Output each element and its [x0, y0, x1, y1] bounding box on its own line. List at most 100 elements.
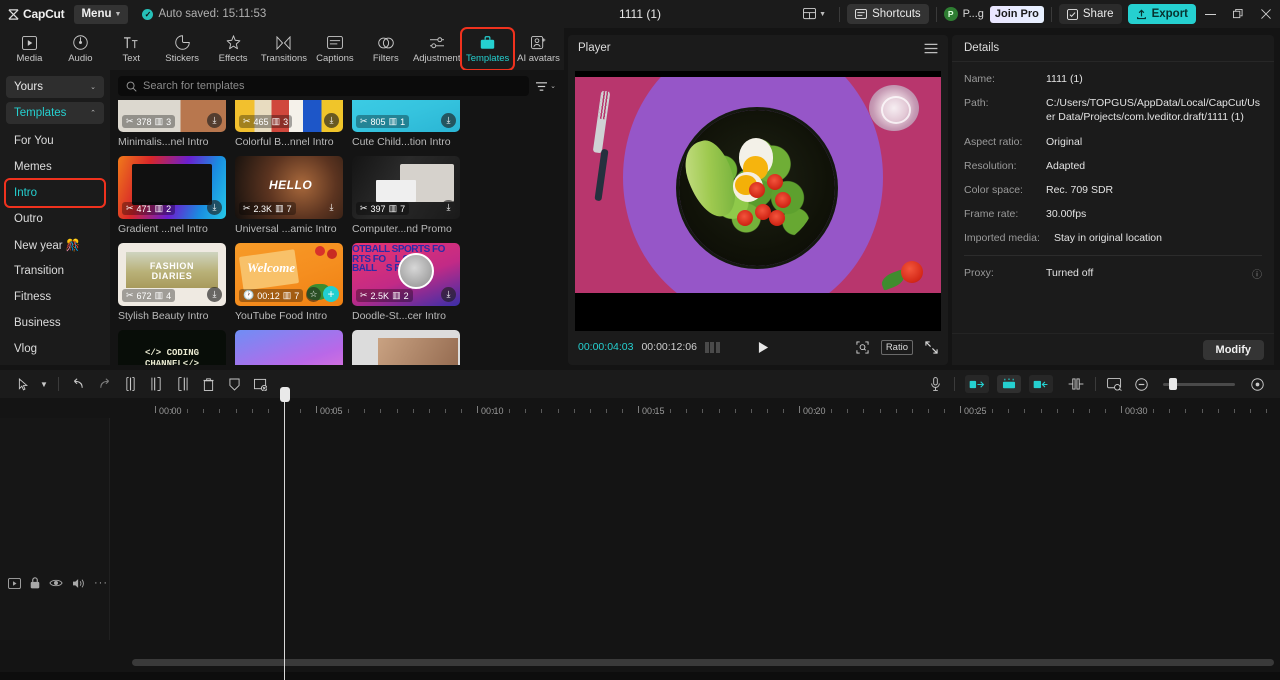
trim-left-icon[interactable]	[143, 373, 169, 395]
template-card[interactable]: HELLO ✂ 2.3K ▥ 7 ⤓ Universal ...amic Int…	[235, 156, 343, 235]
track-video-icon[interactable]	[8, 577, 21, 589]
playhead-handle[interactable]	[279, 387, 290, 402]
add-template-button[interactable]: +	[323, 286, 339, 302]
template-card[interactable]: FASHION DIARIES ✂ 672 ▥ 4 ⤓ Stylish Beaut…	[118, 243, 226, 322]
link-icon[interactable]	[1029, 375, 1053, 393]
layout-button[interactable]: ▼	[797, 8, 832, 20]
template-thumbnail[interactable]: FASHION DIARIES ✂ 672 ▥ 4 ⤓	[118, 243, 226, 306]
tab-media[interactable]: Media	[4, 29, 55, 69]
fullscreen-icon[interactable]	[925, 340, 938, 354]
template-card[interactable]: OTBALL SPORTS FO RTS FO L SPO BALL S FOO ✂…	[352, 243, 460, 322]
timeline-ruler[interactable]: 00:0000:0500:1000:1500:2000:2500:30	[0, 398, 1280, 418]
download-icon[interactable]: ⤓	[207, 113, 222, 128]
sidebar-templates-header[interactable]: Templates ⌃	[6, 102, 104, 124]
tab-captions[interactable]: Captions	[309, 29, 360, 69]
tab-text[interactable]: Text	[106, 29, 157, 69]
microphone-icon[interactable]	[922, 373, 948, 395]
search-box[interactable]	[118, 76, 530, 96]
chevron-down-icon[interactable]: ▼	[36, 373, 52, 395]
zoom-fit-icon[interactable]	[856, 340, 869, 354]
hamburger-icon[interactable]	[924, 43, 938, 54]
sidebar-item-vlog[interactable]: Vlog	[6, 336, 104, 362]
download-icon[interactable]: ⤓	[441, 113, 456, 128]
delete-icon[interactable]	[195, 373, 221, 395]
sidebar-item-business[interactable]: Business	[6, 310, 104, 336]
tab-adjustment[interactable]: Adjustment	[411, 29, 462, 69]
tab-effects[interactable]: Effects	[208, 29, 259, 69]
tab-audio[interactable]: Audio	[55, 29, 106, 69]
close-button[interactable]	[1252, 0, 1280, 28]
sidebar-item-transition[interactable]: Transition	[6, 258, 104, 284]
sidebar-yours-header[interactable]: Yours ⌄	[6, 76, 104, 98]
favorite-icon[interactable]: ☆	[306, 287, 321, 302]
magnet-icon[interactable]	[997, 375, 1021, 393]
sidebar-item-fitness[interactable]: Fitness	[6, 284, 104, 310]
template-thumbnail[interactable]: </> CODING CHANNEL</>	[118, 330, 226, 365]
playhead[interactable]	[279, 387, 290, 680]
shortcuts-button[interactable]: Shortcuts	[847, 4, 929, 24]
account-group[interactable]: P P...g	[943, 7, 984, 21]
share-button[interactable]: Share	[1058, 4, 1122, 24]
grid-icon[interactable]	[704, 341, 720, 353]
download-icon[interactable]: ⤓	[441, 200, 456, 215]
tab-transitions[interactable]: Transitions	[259, 29, 310, 69]
tab-ai-avatars[interactable]: AI avatars	[513, 29, 564, 69]
template-grid[interactable]: ✂ 378 ▥ 3 ⤓ Minimalis...nel Intro ✂ 465	[110, 100, 564, 365]
zoom-reset-icon[interactable]	[1244, 373, 1270, 395]
maximize-button[interactable]	[1224, 0, 1252, 28]
sidebar-item-intro[interactable]: Intro	[4, 178, 106, 208]
template-thumbnail[interactable]: ✂ 465 ▥ 3 ⤓	[235, 100, 343, 132]
play-button[interactable]	[758, 341, 769, 354]
template-card[interactable]: ✂ 397 ▥ 7 ⤓ Computer...nd Promo	[352, 156, 460, 235]
template-thumbnail[interactable]: ✂ 397 ▥ 7 ⤓	[352, 156, 460, 219]
zoom-slider[interactable]	[1163, 378, 1235, 390]
template-thumbnail[interactable]: HELLO ✂ 2.3K ▥ 7 ⤓	[235, 156, 343, 219]
tab-stickers[interactable]: Stickers	[157, 29, 208, 69]
template-thumbnail[interactable]: OTBALL SPORTS FO RTS FO L SPO BALL S FOO ✂…	[352, 243, 460, 306]
download-icon[interactable]: ⤓	[207, 287, 222, 302]
template-thumbnail[interactable]: Welcome to my channel	[235, 330, 343, 365]
filter-button[interactable]: ⌄	[535, 81, 556, 92]
split-icon[interactable]	[117, 373, 143, 395]
template-card[interactable]: Welcome to my channel	[235, 330, 343, 365]
template-card[interactable]	[352, 330, 460, 365]
template-thumbnail[interactable]: Welcome 🕐 00:12 ▥ 7 ☆ +	[235, 243, 343, 306]
tab-templates[interactable]: Templates	[460, 27, 516, 71]
lock-icon[interactable]	[30, 577, 40, 589]
mask-icon[interactable]	[221, 373, 247, 395]
zoom-out-icon[interactable]	[1128, 373, 1154, 395]
preview-thumb-icon[interactable]	[1102, 373, 1128, 395]
undo-icon[interactable]	[65, 373, 91, 395]
template-card[interactable]: ✂ 471 ▥ 2 ⤓ Gradient ...nel Intro	[118, 156, 226, 235]
tab-filters[interactable]: Filters	[360, 29, 411, 69]
redo-icon[interactable]	[91, 373, 117, 395]
download-icon[interactable]: ⤓	[207, 200, 222, 215]
timeline-scrollbar[interactable]	[132, 659, 1274, 666]
more-icon[interactable]: ···	[94, 577, 108, 589]
template-card[interactable]: </> CODING CHANNEL</>	[118, 330, 226, 365]
modify-button[interactable]: Modify	[1202, 339, 1264, 360]
sidebar-item-outro[interactable]: Outro	[6, 206, 104, 232]
export-button[interactable]: Export	[1127, 4, 1196, 24]
minimize-button[interactable]	[1196, 0, 1224, 28]
download-icon[interactable]: ⤓	[324, 113, 339, 128]
template-card[interactable]: Welcome 🕐 00:12 ▥ 7 ☆ + YouTube Food Int…	[235, 243, 343, 322]
volume-icon[interactable]	[72, 578, 85, 589]
sidebar-item-for-you[interactable]: For You	[6, 128, 104, 154]
help-icon[interactable]: ⓘ	[1246, 266, 1262, 281]
select-arrow-icon[interactable]	[10, 373, 36, 395]
download-icon[interactable]: ⤓	[324, 200, 339, 215]
template-thumbnail[interactable]: ✂ 805 ▥ 1 ⤓	[352, 100, 460, 132]
template-card[interactable]: ✂ 465 ▥ 3 ⤓ Colorful B...nnel Intro	[235, 100, 343, 148]
eye-icon[interactable]	[49, 578, 63, 588]
download-icon[interactable]: ⤓	[441, 287, 456, 302]
auto-cut-icon[interactable]	[965, 375, 989, 393]
join-pro-button[interactable]: Join Pro	[989, 5, 1044, 23]
template-thumbnail[interactable]: ✂ 378 ▥ 3 ⤓	[118, 100, 226, 132]
search-input[interactable]	[143, 80, 522, 92]
template-card[interactable]: ✂ 378 ▥ 3 ⤓ Minimalis...nel Intro	[118, 100, 226, 148]
template-thumbnail[interactable]: ✂ 471 ▥ 2 ⤓	[118, 156, 226, 219]
sidebar-item-memes[interactable]: Memes	[6, 154, 104, 180]
menu-button[interactable]: Menu ▼	[74, 4, 129, 24]
keyframe-icon[interactable]	[1063, 373, 1089, 395]
